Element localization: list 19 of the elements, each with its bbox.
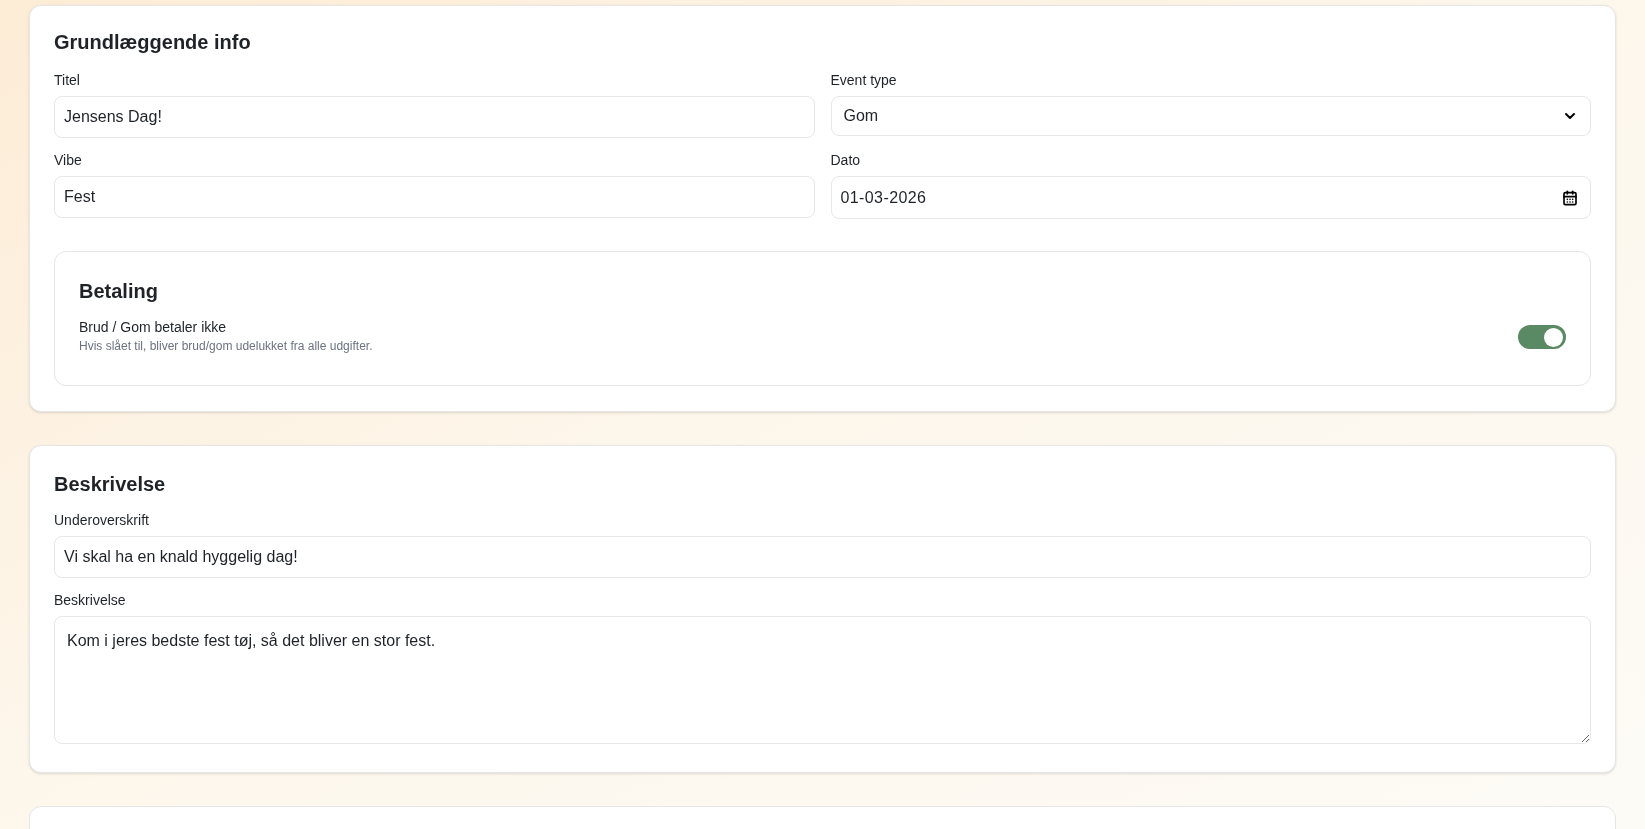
field-label: Underoverskrift — [54, 511, 150, 530]
select-field[interactable]: Gom — [830, 96, 1591, 136]
date-field[interactable]: 01-03-2026 — [830, 176, 1591, 219]
field-label: Beskrivelse — [54, 591, 127, 610]
toggle-switch[interactable] — [1518, 325, 1566, 349]
field-label: Event type — [830, 71, 898, 90]
calendar-icon — [1562, 189, 1578, 206]
section-heading: Grundlæggende info — [54, 30, 252, 55]
text-input-field[interactable]: Jensens Dag! — [54, 96, 815, 138]
textarea-field[interactable]: Kom i jeres bedste fest tøj, så det bliver en stor fest. — [54, 616, 1591, 744]
field-label: Vibe — [54, 151, 83, 170]
section-heading: Beskrivelse — [54, 472, 167, 497]
toggle-label: Brud / Gom betaler ikke — [79, 318, 228, 337]
text-input-field[interactable]: Fest — [54, 176, 815, 218]
field-label: Dato — [830, 151, 862, 170]
text-input-field[interactable]: Vi skal ha en knald hyggelig dag! — [54, 536, 1591, 578]
field-label: Titel — [54, 71, 81, 90]
toggle-hint: Hvis slået til, bliver brud/gom udelukket fra alle udgifter. — [79, 338, 373, 355]
payment-heading: Betaling — [79, 279, 159, 304]
